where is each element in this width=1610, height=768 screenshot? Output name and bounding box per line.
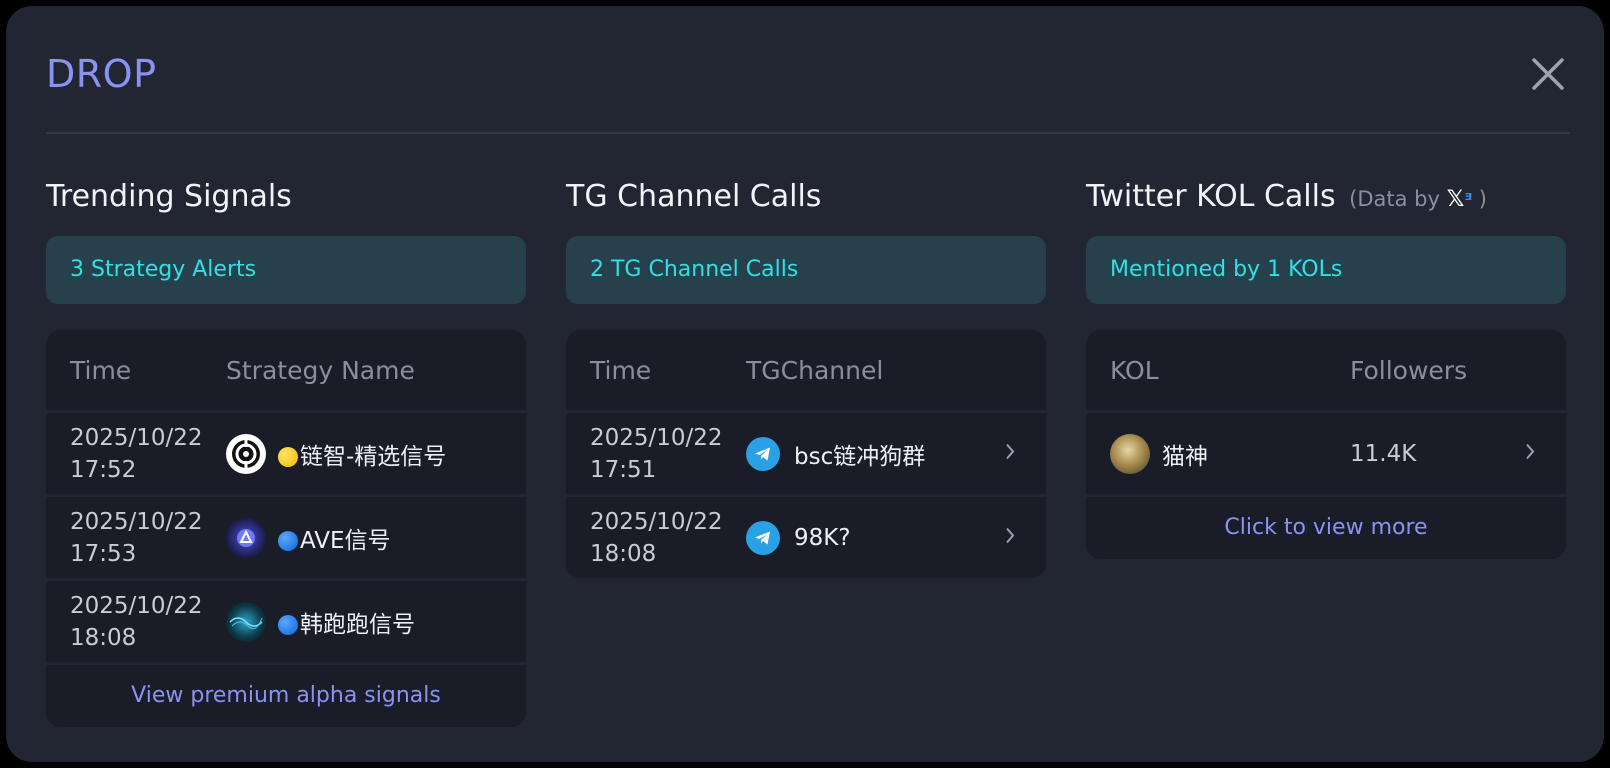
row-clock: 17:53 [70,540,137,567]
kol-name: 猫神 [1162,443,1208,470]
table-row[interactable]: 2025/10/22 18:08 韩跑跑信号 [46,581,526,665]
row-clock: 18:08 [70,624,137,651]
chevron-right-icon[interactable] [1004,441,1016,466]
ave-logo-icon [226,517,266,558]
section-title: Trending Signals [46,179,292,214]
row-time: 2025/10/22 17:51 [566,422,746,486]
x3-logo-icon: 𝕏ᴲ [1446,187,1473,212]
channel-name: 98K? [794,524,851,551]
tg-table: Time TGChannel 2025/10/22 17:51 bsc链冲狗群 [566,330,1046,578]
blue-dot-icon [278,530,298,551]
chevron-right-icon[interactable] [1004,525,1016,550]
strategy-name-text: 韩跑跑信号 [300,611,415,638]
telegram-icon [746,520,780,555]
view-premium-signals-link[interactable]: View premium alpha signals [46,665,526,727]
tg-channel-calls-section: TG Channel Calls 2 TG Channel Calls Time… [566,174,1046,578]
row-time: 2025/10/22 17:52 [46,422,226,486]
header-followers: Followers [1350,355,1468,385]
table-header: KOL Followers [1086,330,1566,413]
blue-dot-icon [278,614,298,635]
row-date: 2025/10/22 [590,424,723,451]
strategy-alerts-banner: 3 Strategy Alerts [46,236,526,304]
table-row[interactable]: 2025/10/22 17:52 链智-精选信号 [46,413,526,497]
close-icon[interactable] [1528,54,1568,94]
hanpaopao-logo-icon [226,601,266,642]
cat-avatar-icon [1110,433,1150,474]
kol-cell: 猫神 [1086,433,1350,474]
row-date: 2025/10/22 [70,424,203,451]
row-clock: 18:08 [590,540,657,567]
telegram-icon [746,436,780,471]
row-date: 2025/10/22 [590,508,723,535]
modal-title: DROP [46,52,157,96]
data-by-prefix: (Data by [1349,187,1440,211]
strategy-name: 韩跑跑信号 [278,605,415,639]
data-by-suffix: ) [1478,187,1487,211]
strategy-name-text: 链智-精选信号 [300,443,447,470]
row-time: 2025/10/22 18:08 [46,590,226,654]
row-clock: 17:51 [590,456,657,483]
section-title: Twitter KOL Calls (Data by 𝕏ᴲ ) [1086,174,1566,220]
table-header: Time Strategy Name [46,330,526,413]
header-tg-channel: TGChannel [746,355,884,385]
row-date: 2025/10/22 [70,592,203,619]
tg-calls-banner: 2 TG Channel Calls [566,236,1046,304]
section-title: TG Channel Calls [566,179,822,214]
header-time: Time [590,355,652,385]
table-header: Time TGChannel [566,330,1046,413]
data-by-label: (Data by 𝕏ᴲ ) [1349,187,1487,212]
table-row[interactable]: 猫神 11.4K [1086,413,1566,497]
kol-followers: 11.4K [1350,440,1417,467]
strategy-name: AVE信号 [278,521,391,555]
chevron-right-icon[interactable] [1524,441,1536,466]
strategy-name: 链智-精选信号 [278,437,446,471]
row-date: 2025/10/22 [70,508,203,535]
strategy-name-text: AVE信号 [300,527,391,554]
linkzhi-logo-icon [226,433,266,474]
kol-mentions-banner: Mentioned by 1 KOLs [1086,236,1566,304]
row-time: 2025/10/22 18:08 [566,506,746,570]
header-kol: KOL [1110,355,1159,385]
header-strategy-name: Strategy Name [226,355,415,385]
section-title-text: Twitter KOL Calls [1086,179,1336,214]
kol-table: KOL Followers 猫神 11.4K Click to view mor… [1086,330,1566,559]
drop-modal: DROP Trending Signals 3 Strategy Alerts … [6,6,1604,762]
trending-signals-section: Trending Signals 3 Strategy Alerts Time … [46,174,526,727]
header-time: Time [70,355,132,385]
table-row[interactable]: 2025/10/22 18:08 98K? [566,497,1046,578]
table-row[interactable]: 2025/10/22 17:51 bsc链冲狗群 [566,413,1046,497]
strategy-table: Time Strategy Name 2025/10/22 17:52 链智-精… [46,330,526,727]
yellow-dot-icon [278,446,298,467]
table-row[interactable]: 2025/10/22 17:53 AVE信号 [46,497,526,581]
row-clock: 17:52 [70,456,137,483]
row-time: 2025/10/22 17:53 [46,506,226,570]
click-to-view-more-link[interactable]: Click to view more [1086,497,1566,559]
channel-name: bsc链冲狗群 [794,443,926,470]
twitter-kol-calls-section: Twitter KOL Calls (Data by 𝕏ᴲ ) Mentione… [1086,174,1566,559]
header-divider [46,132,1570,134]
